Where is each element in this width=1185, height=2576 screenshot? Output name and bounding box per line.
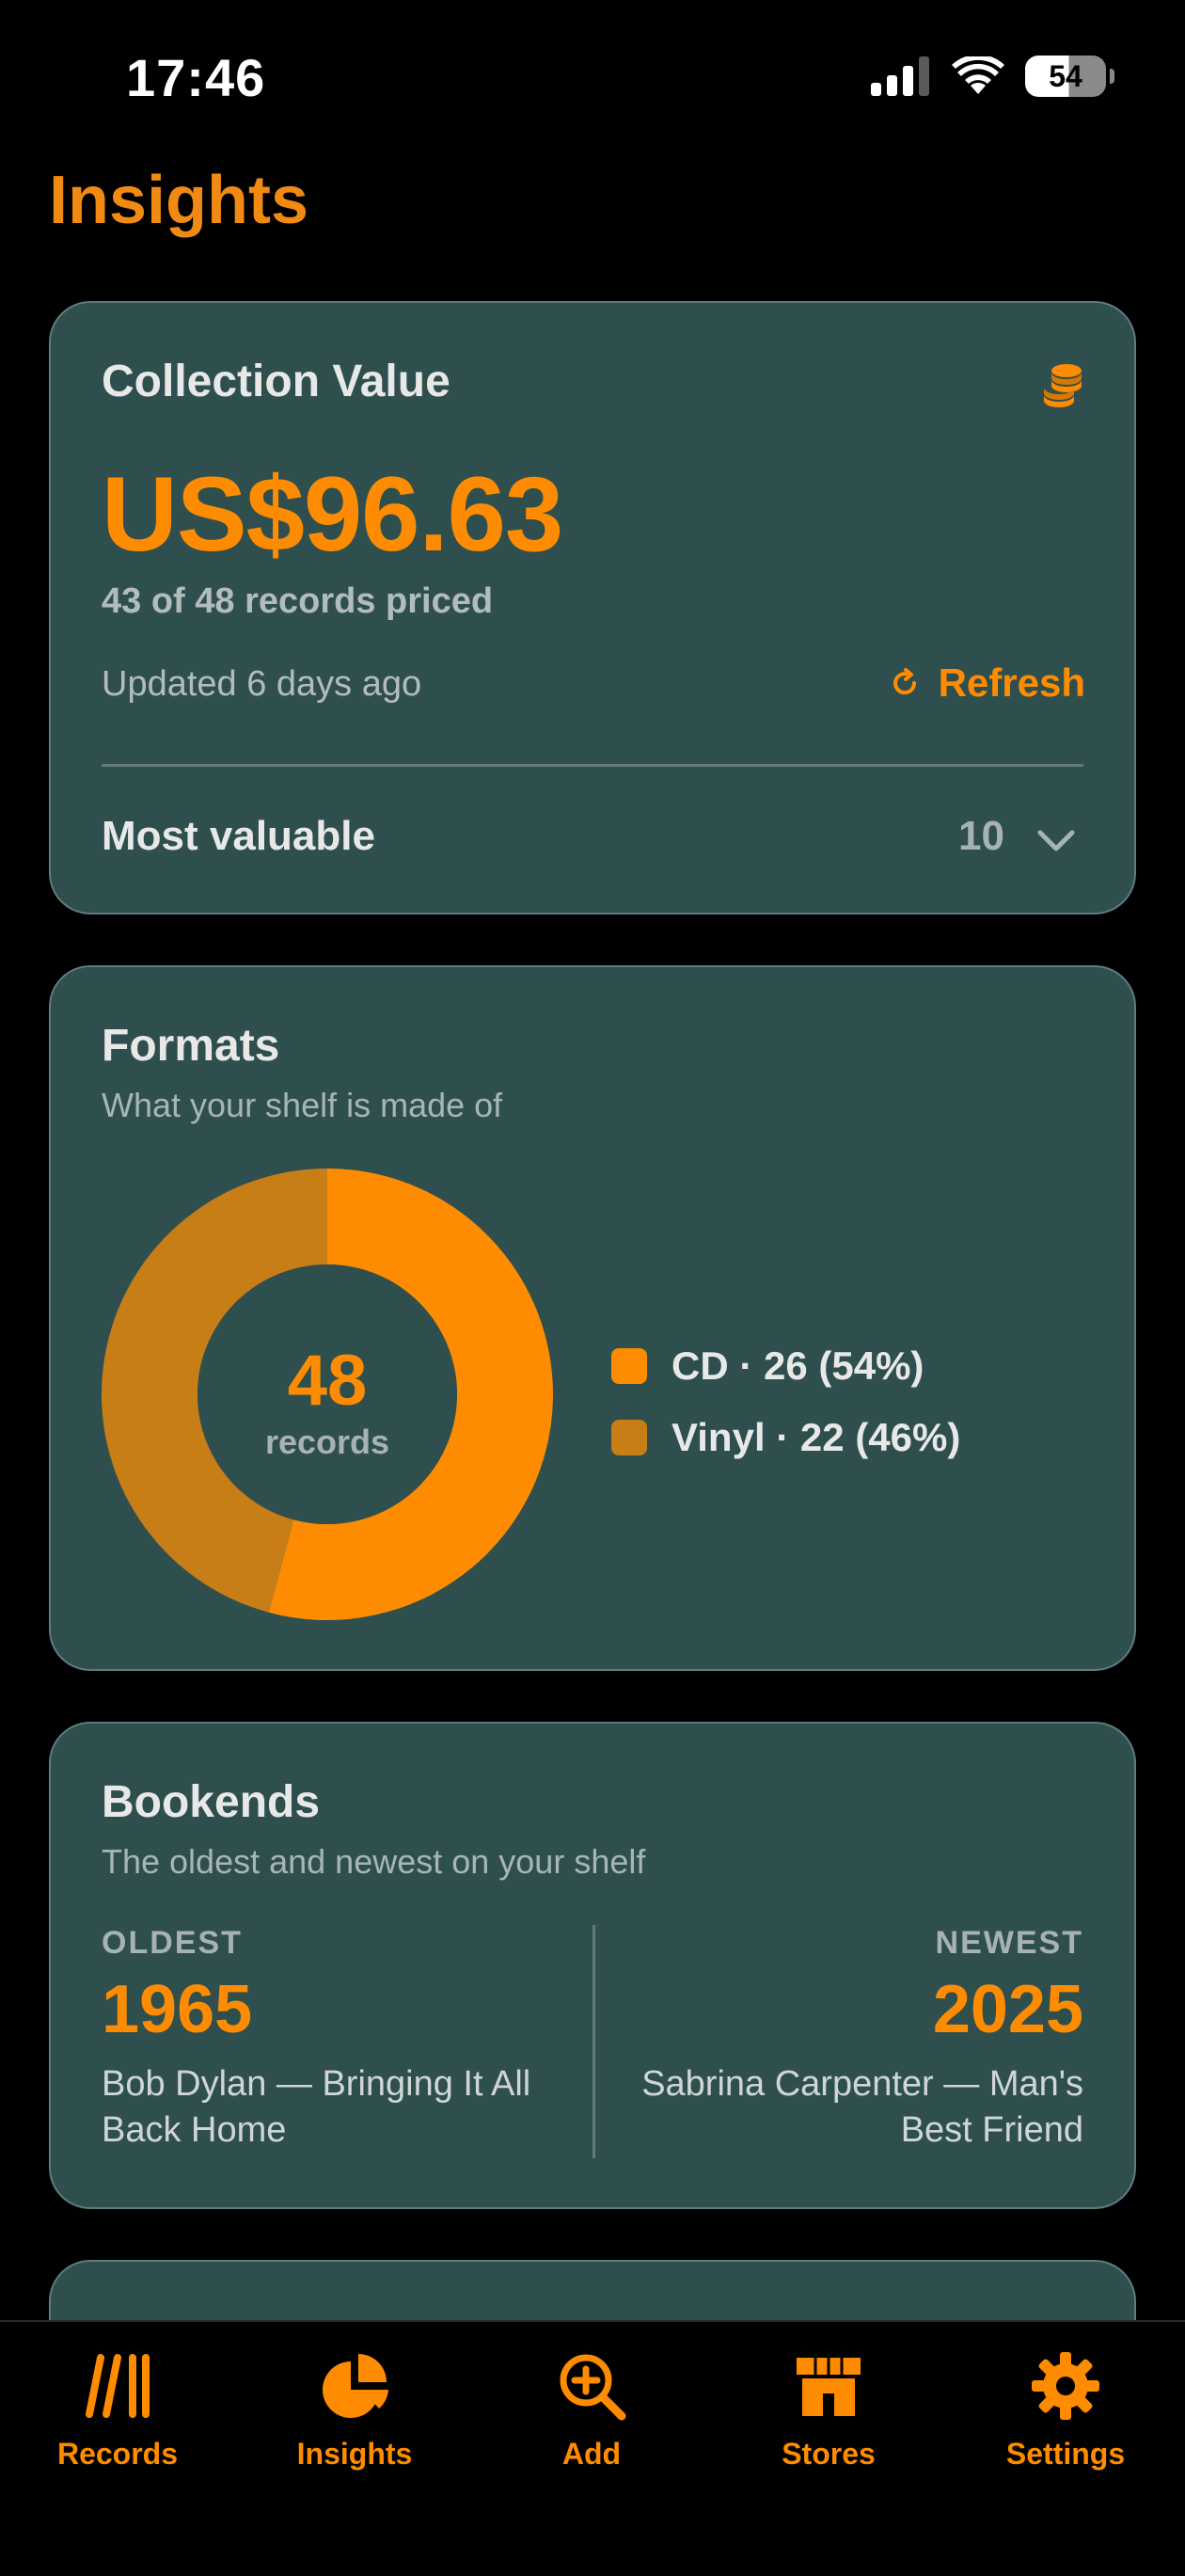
- refresh-label: Refresh: [938, 660, 1085, 705]
- collection-value-amount: US$96.63: [102, 455, 563, 573]
- oldest-record-title: Bob Dylan — Bringing It All Back Home: [102, 2063, 531, 2150]
- most-valuable-row[interactable]: Most valuable 10: [51, 773, 1134, 905]
- collection-value-card: Collection Value US$96.63 43 of 48 recor…: [49, 301, 1136, 914]
- most-valuable-count: 10: [958, 813, 1004, 859]
- newest-year: 2025: [932, 1972, 1083, 2047]
- status-bar: 17:46 54: [0, 0, 1185, 160]
- oldest-record: OLDEST 1965 Bob Dylan — Bringing It All …: [102, 1925, 553, 2154]
- formats-card: Formats What your shelf is made of 48 re…: [49, 965, 1136, 1671]
- battery-icon: 54: [1025, 56, 1114, 97]
- bookends-card: Bookends The oldest and newest on your s…: [49, 1722, 1136, 2209]
- status-icons: 54: [871, 53, 1114, 100]
- oldest-tag: OLDEST: [102, 1925, 243, 1961]
- formats-subtitle: What your shelf is made of: [102, 1086, 503, 1124]
- page-title: Insights: [49, 163, 309, 238]
- cellular-signal-icon: [871, 56, 929, 96]
- tab-stores[interactable]: Stores: [716, 2348, 941, 2499]
- donut-total-label: records: [264, 1423, 390, 1461]
- tab-insights[interactable]: Insights: [242, 2348, 467, 2499]
- divider: [102, 764, 1083, 767]
- tab-settings-label: Settings: [1005, 2437, 1126, 2471]
- tab-add[interactable]: Add: [479, 2348, 704, 2499]
- legend-swatch-cd: [611, 1348, 647, 1384]
- formats-legend: CD · 26 (54%) Vinyl · 22 (46%): [611, 1330, 960, 1473]
- pie-chart-icon: [323, 2354, 388, 2418]
- refresh-button[interactable]: Refresh: [888, 660, 1085, 706]
- tab-bar: Records Insights Add Stores Settings: [0, 2320, 1185, 2576]
- formats-title: Formats: [102, 1021, 280, 1071]
- chevron-down-icon: [1037, 830, 1075, 851]
- storefront-icon: [797, 2358, 861, 2416]
- tab-settings[interactable]: Settings: [953, 2348, 1178, 2499]
- oldest-year: 1965: [102, 1972, 253, 2047]
- newest-record-title: Sabrina Carpenter — Man's Best Friend: [641, 2063, 1083, 2150]
- legend-item-cd: CD · 26 (54%): [611, 1330, 960, 1402]
- tab-stores-label: Stores: [782, 2437, 876, 2471]
- bookends-divider: [592, 1925, 595, 2158]
- donut-total: 48: [287, 1341, 368, 1421]
- coins-icon: [1044, 364, 1082, 407]
- add-search-icon: [560, 2354, 626, 2421]
- newest-tag: NEWEST: [935, 1925, 1083, 1961]
- bookends-title: Bookends: [102, 1777, 321, 1827]
- most-valuable-label: Most valuable: [102, 813, 375, 859]
- legend-swatch-vinyl: [611, 1420, 647, 1455]
- records-icon: [86, 2354, 150, 2418]
- status-time: 17:46: [126, 48, 266, 107]
- legend-label-vinyl: Vinyl · 22 (46%): [672, 1415, 961, 1459]
- tab-insights-label: Insights: [296, 2437, 413, 2471]
- collection-value-title: Collection Value: [102, 357, 450, 406]
- formats-donut-chart: 48 records: [101, 1169, 553, 1620]
- wifi-icon: [952, 56, 1004, 94]
- gear-icon: [1032, 2352, 1099, 2420]
- tab-records-label: Records: [56, 2437, 179, 2471]
- updated-timestamp: Updated 6 days ago: [102, 664, 422, 704]
- refresh-icon: [893, 668, 916, 695]
- newest-record: NEWEST 2025 Sabrina Carpenter — Man's Be…: [632, 1925, 1083, 2154]
- bookends-subtitle: The oldest and newest on your shelf: [102, 1842, 646, 1881]
- legend-item-vinyl: Vinyl · 22 (46%): [611, 1402, 960, 1473]
- battery-level: 54: [1049, 58, 1082, 93]
- tab-records[interactable]: Records: [5, 2348, 230, 2499]
- records-priced-text: 43 of 48 records priced: [102, 581, 494, 621]
- legend-label-cd: CD · 26 (54%): [672, 1344, 924, 1388]
- tab-add-label: Add: [561, 2437, 622, 2471]
